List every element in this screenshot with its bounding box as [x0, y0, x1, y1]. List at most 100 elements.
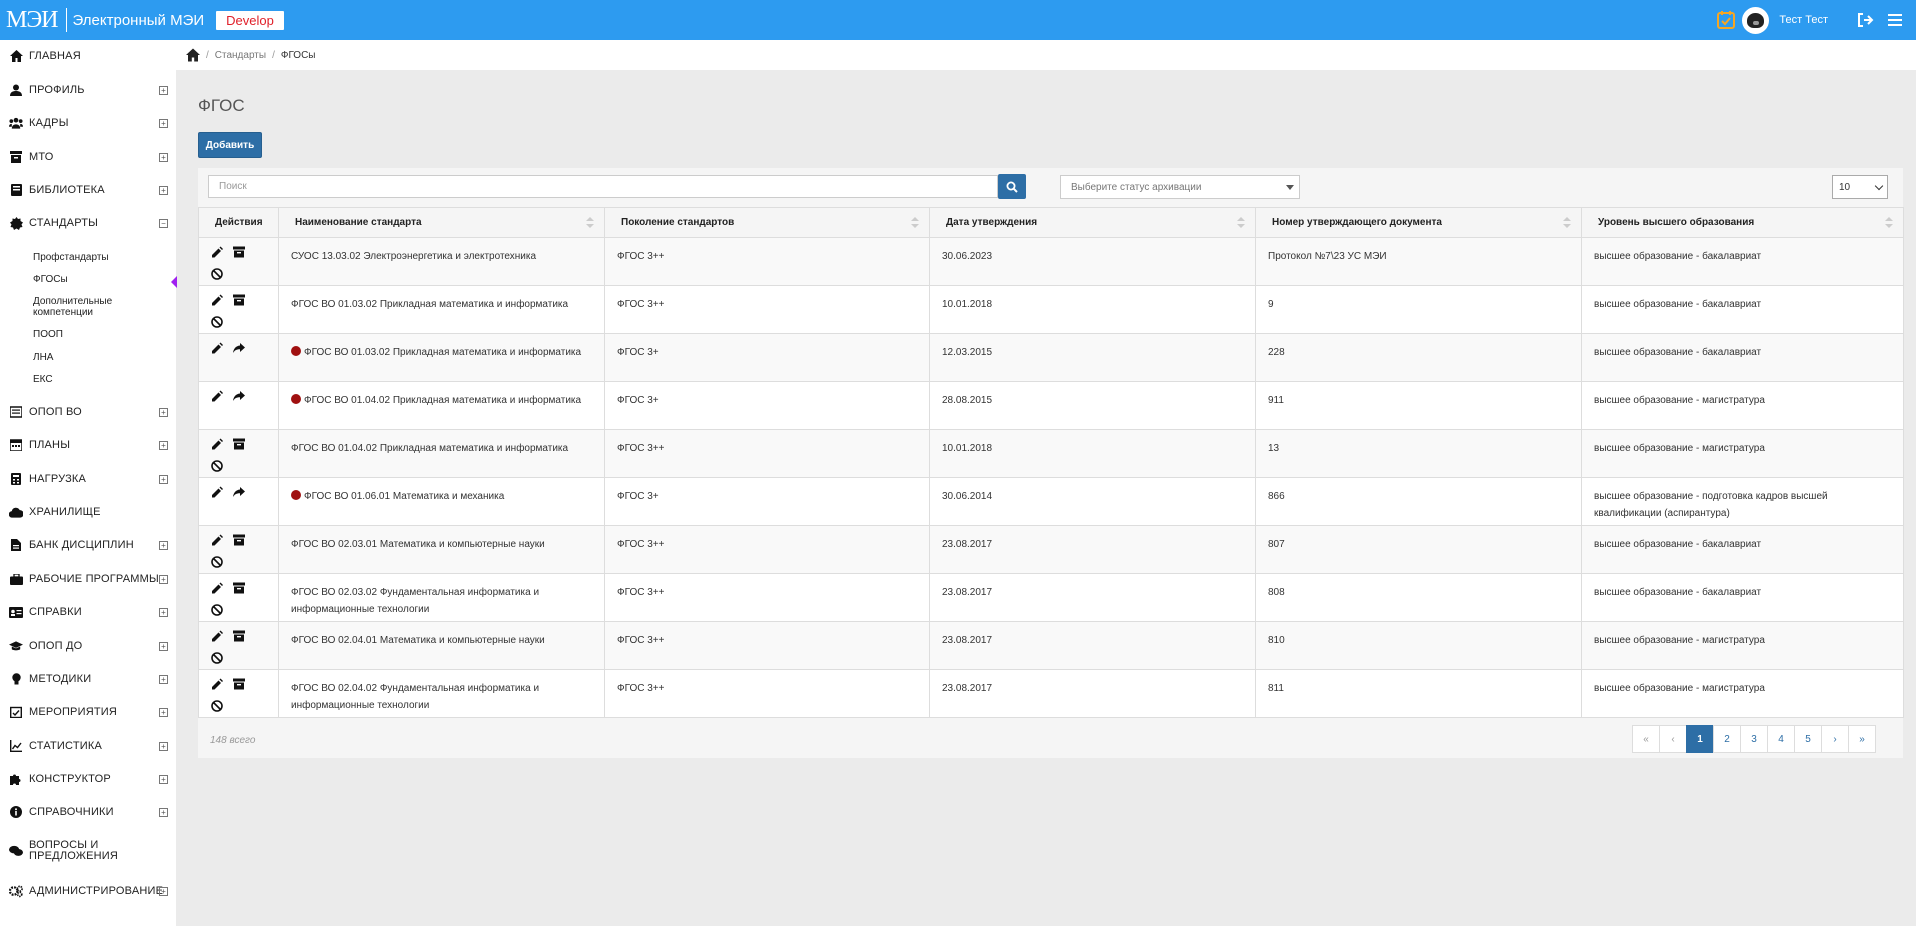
- archive-icon[interactable]: [233, 294, 245, 306]
- sidebar-item-mto[interactable]: МТО +: [0, 146, 176, 168]
- table-row[interactable]: ФГОС ВО 01.06.01 Математика и механика ФГ…: [198, 477, 1904, 526]
- sidebar-item-references[interactable]: СПРАВКИ +: [0, 601, 176, 623]
- edit-icon[interactable]: [211, 486, 223, 498]
- share-icon[interactable]: [233, 486, 245, 498]
- sidebar-item-library[interactable]: БИБЛИОТЕКА +: [0, 179, 176, 201]
- archive-icon[interactable]: [233, 438, 245, 450]
- expand-icon[interactable]: +: [159, 407, 168, 417]
- collapse-icon[interactable]: −: [159, 218, 168, 228]
- logo[interactable]: МЭИ Электронный МЭИ: [4, 0, 204, 40]
- sidebar-item-directories[interactable]: СПРАВОЧНИКИ +: [0, 801, 176, 823]
- sort-icon[interactable]: [586, 217, 594, 229]
- sidebar-item-work-programs[interactable]: РАБОЧИЕ ПРОГРАММЫ +: [0, 568, 176, 590]
- table-row[interactable]: ФГОС ВО 02.04.01 Математика и компьютерн…: [198, 621, 1904, 670]
- sidebar-item-standards[interactable]: СТАНДАРТЫ −: [0, 212, 176, 234]
- edit-icon[interactable]: [211, 582, 223, 594]
- sidebar-subitem-profstandards[interactable]: Профстандарты: [33, 252, 109, 263]
- sidebar-item-staff[interactable]: КАДРЫ +: [0, 112, 176, 134]
- page-size-select[interactable]: 10: [1832, 175, 1888, 199]
- search-input[interactable]: Поиск: [208, 175, 998, 198]
- sidebar-item-workload[interactable]: НАГРУЗКА +: [0, 468, 176, 490]
- ban-icon[interactable]: [211, 700, 223, 712]
- archive-icon[interactable]: [233, 630, 245, 642]
- column-header-document[interactable]: Номер утверждающего документа: [1255, 207, 1582, 238]
- expand-icon[interactable]: +: [159, 118, 168, 128]
- ban-icon[interactable]: [211, 460, 223, 472]
- sidebar-item-main[interactable]: ГЛАВНАЯ: [0, 45, 176, 67]
- last-page-button[interactable]: »: [1848, 725, 1876, 753]
- sidebar-item-methods[interactable]: МЕТОДИКИ +: [0, 668, 176, 690]
- expand-icon[interactable]: +: [159, 85, 168, 95]
- sort-icon[interactable]: [911, 217, 919, 229]
- archive-status-select[interactable]: Выберите статус архивации: [1060, 175, 1300, 199]
- sidebar-item-administration[interactable]: АДМИНИСТРИРОВАНИЕ +: [0, 880, 176, 902]
- expand-icon[interactable]: +: [159, 574, 168, 584]
- page-button-1[interactable]: 1: [1686, 725, 1714, 753]
- sidebar-item-opop-vo[interactable]: ОПОП ВО +: [0, 401, 176, 423]
- archive-icon[interactable]: [233, 246, 245, 258]
- user-name[interactable]: Тест Тест: [1779, 14, 1828, 26]
- sidebar-item-disciplines-bank[interactable]: БАНК ДИСЦИПЛИН +: [0, 534, 176, 556]
- expand-icon[interactable]: +: [159, 185, 168, 195]
- expand-icon[interactable]: +: [159, 707, 168, 717]
- search-button[interactable]: [998, 174, 1026, 199]
- first-page-button[interactable]: «: [1632, 725, 1660, 753]
- edit-icon[interactable]: [211, 246, 223, 258]
- sidebar-item-profile[interactable]: ПРОФИЛЬ +: [0, 79, 176, 101]
- sidebar-item-constructor[interactable]: КОНСТРУКТОР +: [0, 768, 176, 790]
- column-header-generation[interactable]: Поколение стандартов: [604, 207, 930, 238]
- breadcrumb-standards[interactable]: Стандарты: [215, 50, 266, 61]
- table-row[interactable]: ФГОС ВО 02.03.02 Фундаментальная информа…: [198, 573, 1904, 622]
- table-row[interactable]: ФГОС ВО 01.03.02 Прикладная математика и…: [198, 285, 1904, 334]
- ban-icon[interactable]: [211, 604, 223, 616]
- edit-icon[interactable]: [211, 678, 223, 690]
- sidebar-item-statistics[interactable]: СТАТИСТИКА +: [0, 735, 176, 757]
- table-row[interactable]: ФГОС ВО 01.04.02 Прикладная математика и…: [198, 429, 1904, 478]
- sidebar-subitem-lna[interactable]: ЛНА: [33, 352, 53, 363]
- page-button-3[interactable]: 3: [1740, 725, 1768, 753]
- sidebar-subitem-poop[interactable]: ПООП: [33, 329, 63, 340]
- page-button-5[interactable]: 5: [1794, 725, 1822, 753]
- table-row[interactable]: ФГОС ВО 02.03.01 Математика и компьютерн…: [198, 525, 1904, 574]
- table-row[interactable]: ФГОС ВО 02.04.02 Фундаментальная информа…: [198, 669, 1904, 718]
- sidebar-item-opop-do[interactable]: ОПОП ДО +: [0, 635, 176, 657]
- sidebar-subitem-eks[interactable]: ЕКС: [33, 374, 53, 385]
- edit-icon[interactable]: [211, 534, 223, 546]
- archive-icon[interactable]: [233, 678, 245, 690]
- sort-icon[interactable]: [1563, 217, 1571, 229]
- expand-icon[interactable]: +: [159, 607, 168, 617]
- page-button-2[interactable]: 2: [1713, 725, 1741, 753]
- expand-icon[interactable]: +: [159, 807, 168, 817]
- archive-icon[interactable]: [233, 534, 245, 546]
- table-row[interactable]: ФГОС ВО 01.04.02 Прикладная математика и…: [198, 381, 1904, 430]
- table-row[interactable]: ФГОС ВО 01.03.02 Прикладная математика и…: [198, 333, 1904, 382]
- page-button-4[interactable]: 4: [1767, 725, 1795, 753]
- sidebar-item-plans[interactable]: ПЛАНЫ +: [0, 434, 176, 456]
- ban-icon[interactable]: [211, 316, 223, 328]
- expand-icon[interactable]: +: [159, 674, 168, 684]
- avatar[interactable]: [1742, 6, 1770, 34]
- edit-icon[interactable]: [211, 342, 223, 354]
- edit-icon[interactable]: [211, 390, 223, 402]
- share-icon[interactable]: [233, 342, 245, 354]
- table-row[interactable]: СУОС 13.03.02 Электроэнергетика и электр…: [198, 237, 1904, 286]
- ban-icon[interactable]: [211, 268, 223, 280]
- calendar-check-icon[interactable]: [1716, 10, 1736, 30]
- column-header-date[interactable]: Дата утверждения: [929, 207, 1256, 238]
- column-header-name[interactable]: Наименование стандарта: [278, 207, 605, 238]
- edit-icon[interactable]: [211, 438, 223, 450]
- expand-icon[interactable]: +: [159, 641, 168, 651]
- expand-icon[interactable]: +: [159, 152, 168, 162]
- logout-icon[interactable]: [1856, 11, 1874, 29]
- expand-icon[interactable]: +: [159, 886, 168, 896]
- ban-icon[interactable]: [211, 556, 223, 568]
- sort-icon[interactable]: [1237, 217, 1245, 229]
- edit-icon[interactable]: [211, 294, 223, 306]
- expand-icon[interactable]: +: [159, 774, 168, 784]
- expand-icon[interactable]: +: [159, 540, 168, 550]
- expand-icon[interactable]: +: [159, 474, 168, 484]
- add-button[interactable]: Добавить: [198, 132, 262, 158]
- sidebar-item-storage[interactable]: ХРАНИЛИЩЕ: [0, 501, 176, 523]
- sidebar-item-events[interactable]: МЕРОПРИЯТИЯ +: [0, 701, 176, 723]
- edit-icon[interactable]: [211, 630, 223, 642]
